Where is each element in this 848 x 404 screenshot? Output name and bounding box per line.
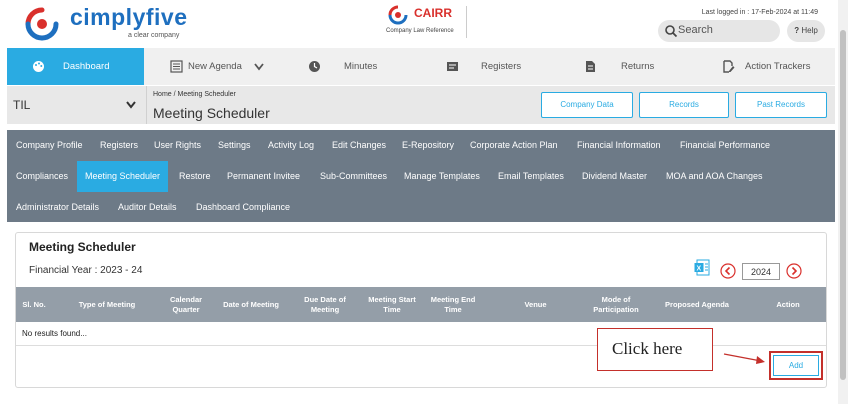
- nav-new-agenda-label: New Agenda: [188, 61, 242, 72]
- subnav-financial-performance[interactable]: Financial Performance: [680, 130, 770, 161]
- cairr-mark-icon: [388, 5, 408, 25]
- chevron-down-icon: [254, 63, 264, 71]
- col-action: Action: [776, 299, 800, 309]
- company-select[interactable]: TIL: [7, 86, 147, 124]
- page-title: Meeting Scheduler: [153, 105, 270, 121]
- col-meeting-start-time: Meeting Start Time: [368, 294, 416, 314]
- clock-icon: [309, 61, 320, 72]
- arrow-right-icon: [723, 353, 765, 364]
- subnav-e-repository[interactable]: E-Repository: [402, 130, 454, 161]
- register-icon: [447, 62, 458, 71]
- nav-registers[interactable]: Registers: [420, 48, 558, 85]
- search-label: Search: [678, 24, 713, 36]
- nav-dashboard[interactable]: Dashboard: [7, 48, 144, 85]
- col-type-of-meeting: Type of Meeting: [78, 299, 136, 309]
- subnav-manage-templates[interactable]: Manage Templates: [404, 161, 480, 192]
- past-records-button[interactable]: Past Records: [735, 92, 827, 118]
- subnav-meeting-scheduler[interactable]: Meeting Scheduler: [77, 161, 169, 192]
- document-icon: [586, 61, 595, 72]
- col-mode-of-participation: Mode of Participation: [593, 294, 639, 314]
- header-divider: [466, 6, 467, 38]
- subnav-registers[interactable]: Registers: [100, 130, 138, 161]
- col-date-of-meeting: Date of Meeting: [223, 299, 279, 309]
- search-icon: [665, 25, 678, 38]
- subnav-activity-log[interactable]: Activity Log: [268, 130, 314, 161]
- company-data-button[interactable]: Company Data: [541, 92, 633, 118]
- breadcrumb[interactable]: Home / Meeting Scheduler: [153, 91, 236, 98]
- callout-text: Click here: [612, 339, 683, 358]
- subnav-user-rights[interactable]: User Rights: [154, 130, 201, 161]
- col-calendar-quarter: Calendar Quarter: [169, 294, 203, 314]
- financial-year-label: Financial Year : 2023 - 24: [29, 265, 143, 276]
- subnav-dividend-master[interactable]: Dividend Master: [582, 161, 647, 192]
- sub-navigation: Company Profile Registers User Rights Se…: [7, 130, 835, 222]
- subnav-settings[interactable]: Settings: [218, 130, 251, 161]
- subnav-moa-aoa-changes[interactable]: MOA and AOA Changes: [666, 161, 763, 192]
- excel-export-icon[interactable]: X: [694, 259, 710, 276]
- search-button[interactable]: Search: [658, 20, 780, 42]
- next-year-button[interactable]: [786, 263, 802, 279]
- year-input[interactable]: [742, 263, 780, 280]
- company-name: TIL: [13, 98, 31, 112]
- chevron-down-icon: [126, 101, 136, 109]
- nav-action-trackers[interactable]: Action Trackers: [696, 48, 835, 85]
- no-results-text: No results found...: [22, 329, 87, 338]
- nav-registers-label: Registers: [481, 61, 522, 72]
- subnav-email-templates[interactable]: Email Templates: [498, 161, 564, 192]
- add-highlight-frame: Add: [769, 351, 823, 380]
- cairr-subtitle: Company Law Reference: [386, 28, 454, 34]
- subnav-financial-information[interactable]: Financial Information: [577, 130, 661, 161]
- help-button[interactable]: ? Help: [787, 20, 825, 42]
- logo-subtitle: a clear company: [128, 32, 180, 39]
- subnav-auditor-details[interactable]: Auditor Details: [118, 192, 177, 223]
- app-header: cimplyfive a clear company CAIRR Company…: [0, 0, 848, 48]
- edit-icon: [723, 60, 735, 73]
- page-scrollbar[interactable]: [838, 0, 848, 404]
- help-icon: ?: [794, 26, 800, 35]
- nav-returns-label: Returns: [621, 61, 655, 72]
- col-due-date-of-meeting: Due Date of Meeting: [304, 294, 346, 314]
- table-header: Sl. No. Type of Meeting Calendar Quarter…: [16, 287, 826, 322]
- nav-returns[interactable]: Returns: [558, 48, 696, 85]
- col-sl-no: Sl. No.: [22, 299, 46, 309]
- add-button[interactable]: Add: [773, 355, 819, 376]
- nav-dashboard-label: Dashboard: [63, 61, 110, 72]
- subnav-permanent-invitee[interactable]: Permanent Invitee: [227, 161, 300, 192]
- subnav-administrator-details[interactable]: Administrator Details: [16, 192, 99, 223]
- col-proposed-agenda: Proposed Agenda: [665, 299, 729, 309]
- cimplyfive-logo[interactable]: cimplyfive a clear company: [22, 4, 192, 44]
- help-label: Help: [801, 26, 818, 35]
- subnav-restore[interactable]: Restore: [179, 161, 211, 192]
- subnav-sub-committees[interactable]: Sub-Committees: [320, 161, 387, 192]
- col-meeting-end-time: Meeting End Time: [430, 294, 476, 314]
- cairr-logo[interactable]: CAIRR Company Law Reference: [384, 4, 468, 40]
- subnav-edit-changes[interactable]: Edit Changes: [332, 130, 386, 161]
- nav-minutes-label: Minutes: [344, 61, 378, 72]
- logo-mark-icon: [25, 7, 59, 41]
- subnav-dashboard-compliance[interactable]: Dashboard Compliance: [196, 192, 290, 223]
- nav-new-agenda[interactable]: New Agenda: [144, 48, 282, 85]
- nav-action-trackers-label: Action Trackers: [745, 61, 811, 72]
- col-venue: Venue: [524, 299, 547, 309]
- subnav-compliances[interactable]: Compliances: [16, 161, 68, 192]
- company-bar: TIL Home / Meeting Scheduler Meeting Sch…: [7, 86, 835, 124]
- cairr-title: CAIRR: [414, 6, 452, 20]
- panel-title: Meeting Scheduler: [29, 240, 136, 254]
- subnav-company-profile[interactable]: Company Profile: [16, 130, 83, 161]
- svg-text:X: X: [697, 266, 702, 273]
- main-navigation: Dashboard New Agenda Minutes Registers R…: [7, 48, 835, 85]
- previous-year-button[interactable]: [720, 263, 736, 279]
- logo-text: cimplyfive: [70, 4, 188, 30]
- nav-minutes[interactable]: Minutes: [282, 48, 420, 85]
- subnav-corporate-action-plan[interactable]: Corporate Action Plan: [470, 130, 558, 161]
- scrollbar-thumb[interactable]: [840, 30, 846, 380]
- list-icon: [170, 60, 183, 73]
- last-login-text: Last logged in : 17-Feb-2024 at 11:49: [701, 9, 818, 16]
- records-button[interactable]: Records: [639, 92, 729, 118]
- click-here-callout: Click here: [597, 328, 713, 371]
- palette-icon: [33, 61, 44, 72]
